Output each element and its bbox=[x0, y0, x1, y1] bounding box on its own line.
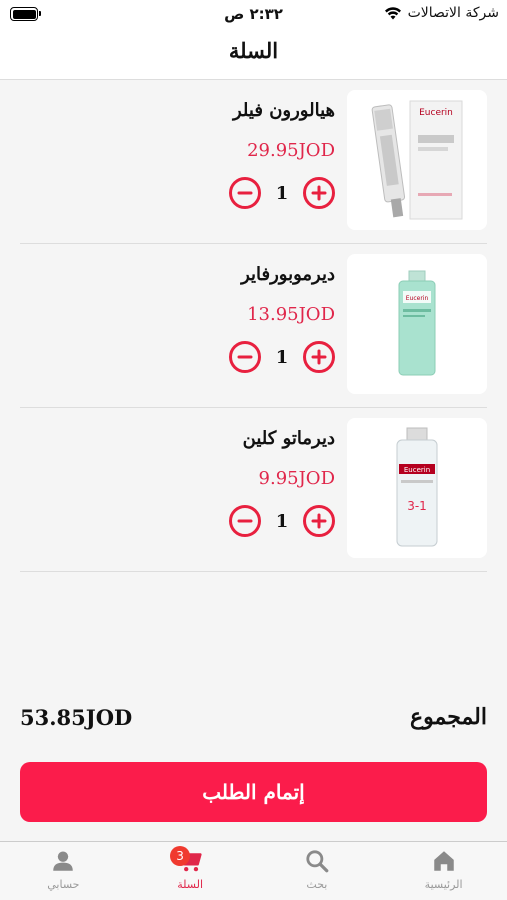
tab-search[interactable]: بحث bbox=[254, 842, 381, 900]
cart-item: Eucerin هيالورون فيلر 29.95JOD 1 bbox=[20, 80, 487, 244]
cart-item: Eucerin 3-1 ديرماتو كلين 9.95JOD 1 bbox=[20, 408, 487, 572]
decrease-quantity-button[interactable] bbox=[229, 177, 261, 209]
cart-total: المجموع 53.85JOD bbox=[20, 700, 487, 740]
quantity-stepper: 1 bbox=[229, 505, 335, 537]
tab-account[interactable]: حسابي bbox=[0, 842, 127, 900]
carrier-name: شركة الاتصالات bbox=[407, 5, 499, 21]
minus-icon bbox=[237, 355, 253, 359]
eucerin-dermatoclean-bottle-image: Eucerin 3-1 bbox=[396, 427, 438, 547]
search-icon bbox=[306, 850, 329, 873]
tab-label: السلة bbox=[177, 878, 203, 891]
home-icon bbox=[433, 851, 454, 871]
page-title: السلة bbox=[228, 38, 279, 63]
product-price: 13.95JOD bbox=[247, 304, 335, 325]
quantity-stepper: 1 bbox=[229, 341, 335, 373]
plus-icon bbox=[311, 513, 327, 529]
eucerin-hyaluron-filler-tube-image: Eucerin bbox=[371, 100, 463, 220]
product-image[interactable]: Eucerin 3-1 bbox=[347, 418, 487, 558]
person-icon bbox=[53, 851, 74, 871]
cart-item: Eucerin ديرموبورفاير 13.95JOD 1 bbox=[20, 244, 487, 408]
checkout-button[interactable]: إتمام الطلب bbox=[20, 762, 487, 822]
nav-bar: السلة bbox=[0, 30, 507, 80]
product-image[interactable]: Eucerin bbox=[347, 254, 487, 394]
plus-icon bbox=[311, 349, 327, 365]
minus-icon bbox=[237, 191, 253, 195]
plus-icon bbox=[311, 185, 327, 201]
three-in-one-text: 3-1 bbox=[407, 499, 427, 513]
product-price: 9.95JOD bbox=[258, 468, 335, 489]
minus-icon bbox=[237, 519, 253, 523]
tab-home[interactable]: الرئيسية bbox=[380, 842, 507, 900]
tab-label: الرئيسية bbox=[424, 878, 463, 891]
tab-bar: الرئيسية بحث 3 السلة حسابي bbox=[0, 841, 507, 900]
product-price: 29.95JOD bbox=[247, 140, 335, 161]
total-value: 53.85JOD bbox=[20, 705, 133, 730]
decrease-quantity-button[interactable] bbox=[229, 505, 261, 537]
tab-label: بحث bbox=[306, 878, 328, 891]
product-name: ديرماتو كلين bbox=[242, 428, 335, 449]
status-bar: ٢:٣٢ ص شركة الاتصالات bbox=[0, 0, 507, 30]
brand-logo-text: Eucerin bbox=[404, 466, 430, 474]
tab-label: حسابي bbox=[47, 878, 80, 891]
product-name: هيالورون فيلر bbox=[233, 100, 335, 121]
wifi-icon bbox=[384, 7, 401, 20]
eucerin-dermopurifyer-bottle-image: Eucerin bbox=[398, 270, 436, 376]
increase-quantity-button[interactable] bbox=[303, 505, 335, 537]
carrier-group: شركة الاتصالات bbox=[384, 5, 499, 21]
increase-quantity-button[interactable] bbox=[303, 341, 335, 373]
total-label: المجموع bbox=[410, 704, 487, 730]
tab-cart[interactable]: 3 السلة bbox=[127, 842, 254, 900]
brand-logo-text: Eucerin bbox=[419, 108, 453, 118]
increase-quantity-button[interactable] bbox=[303, 177, 335, 209]
quantity-value: 1 bbox=[275, 182, 289, 204]
decrease-quantity-button[interactable] bbox=[229, 341, 261, 373]
product-image[interactable]: Eucerin bbox=[347, 90, 487, 230]
product-name: ديرموبورفاير bbox=[241, 264, 335, 285]
brand-logo-text: Eucerin bbox=[406, 295, 429, 302]
cart-count-badge: 3 bbox=[170, 846, 191, 866]
quantity-value: 1 bbox=[275, 510, 289, 532]
quantity-value: 1 bbox=[275, 346, 289, 368]
quantity-stepper: 1 bbox=[229, 177, 335, 209]
